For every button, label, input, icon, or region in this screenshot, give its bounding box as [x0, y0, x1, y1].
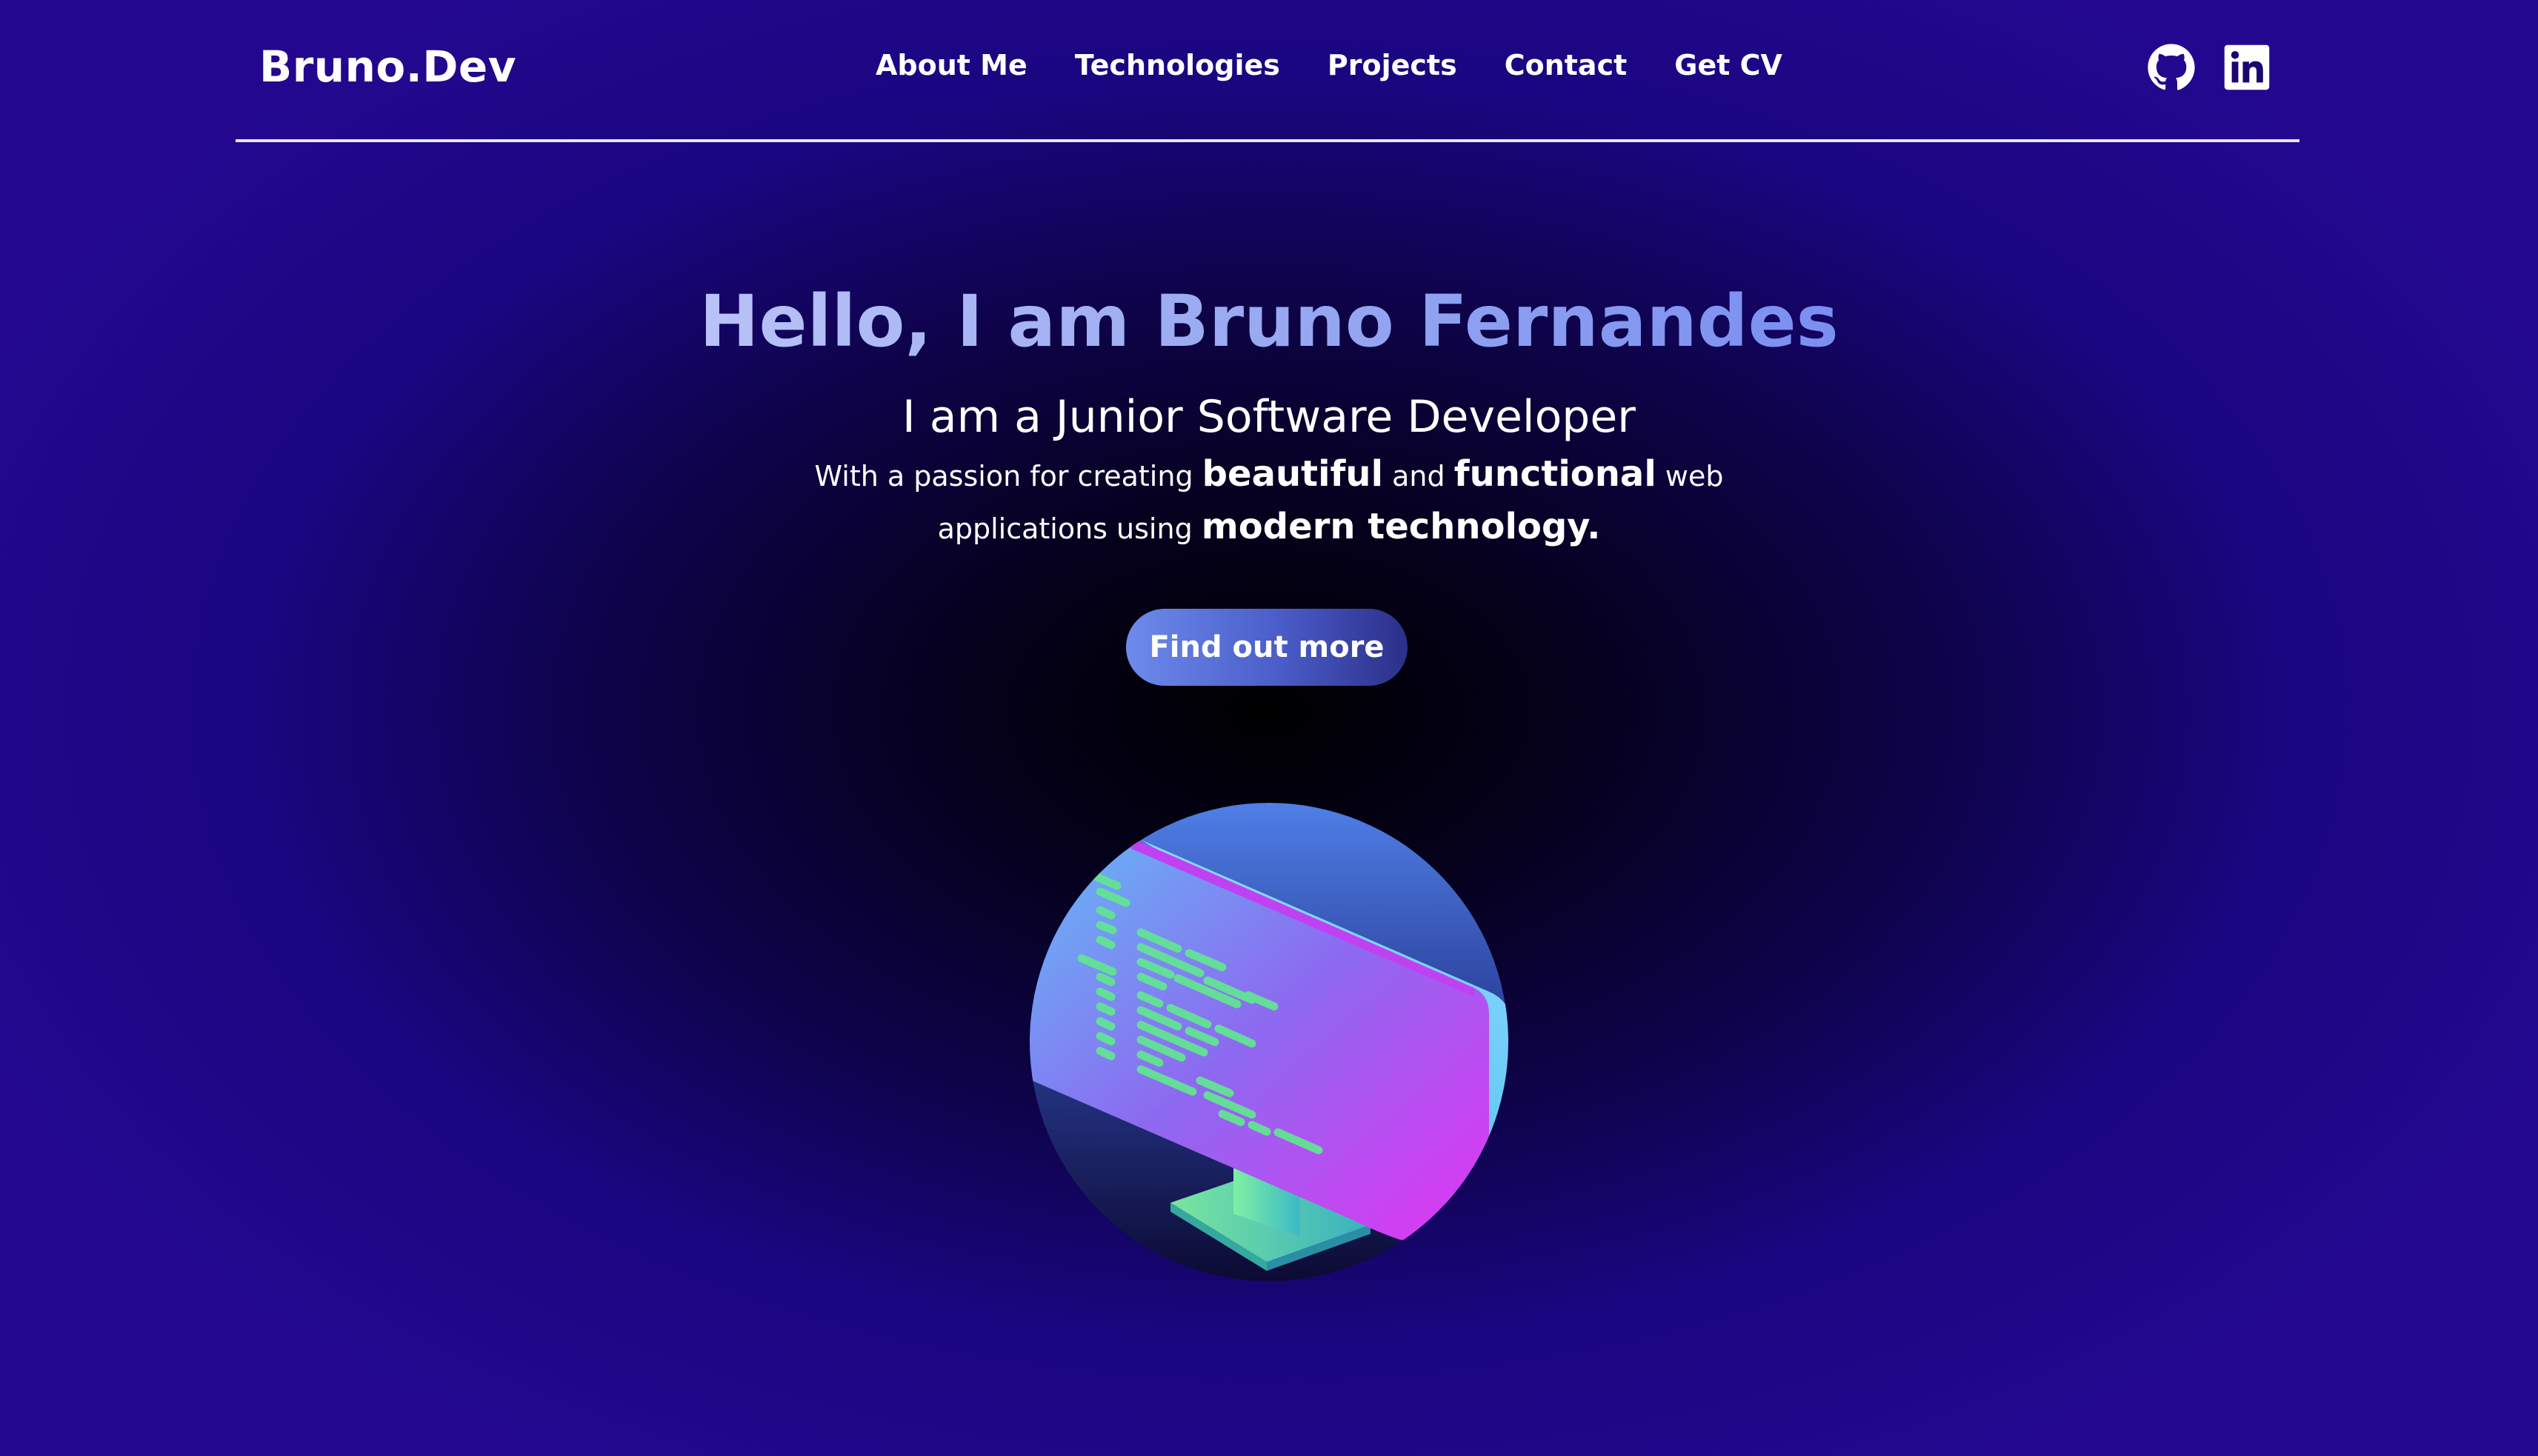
site-logo[interactable]: Bruno.Dev — [259, 41, 516, 92]
linkedin-icon[interactable] — [2222, 43, 2271, 92]
hero-subtitle: I am a Junior Software Developer — [902, 391, 1636, 443]
hero-desc-text-1: With a passion for creating — [814, 460, 1202, 492]
social-links — [2147, 43, 2271, 92]
hero-desc-highlight-modern-technology: modern technology. — [1201, 506, 1601, 547]
hero-title: Hello, I am Bruno Fernandes — [0, 280, 2538, 363]
nav-item-projects[interactable]: Projects — [1328, 49, 1457, 81]
nav-item-get-cv[interactable]: Get CV — [1674, 49, 1782, 81]
main-nav: About Me Technologies Projects Contact G… — [876, 49, 1782, 81]
hero-desc-highlight-beautiful: beautiful — [1202, 453, 1384, 495]
nav-item-contact[interactable]: Contact — [1505, 49, 1628, 81]
site-header: Bruno.Dev About Me Technologies Projects… — [236, 0, 2299, 142]
hero-desc-text-2: and — [1383, 460, 1454, 492]
computer-illustration — [1030, 803, 1508, 1281]
find-out-more-button[interactable]: Find out more — [1126, 609, 1408, 686]
hero-desc-highlight-functional: functional — [1453, 453, 1656, 495]
hero-title-text: Hello, I am Bruno Fernandes — [699, 280, 1839, 363]
hero-desc-text-3: web — [1656, 460, 1724, 492]
hero-description: With a passion for creating beautiful an… — [0, 449, 2538, 554]
nav-item-technologies[interactable]: Technologies — [1075, 49, 1280, 81]
nav-item-about-me[interactable]: About Me — [876, 49, 1027, 81]
github-icon[interactable] — [2147, 43, 2196, 92]
hero-desc-text-4: applications using — [937, 512, 1202, 545]
